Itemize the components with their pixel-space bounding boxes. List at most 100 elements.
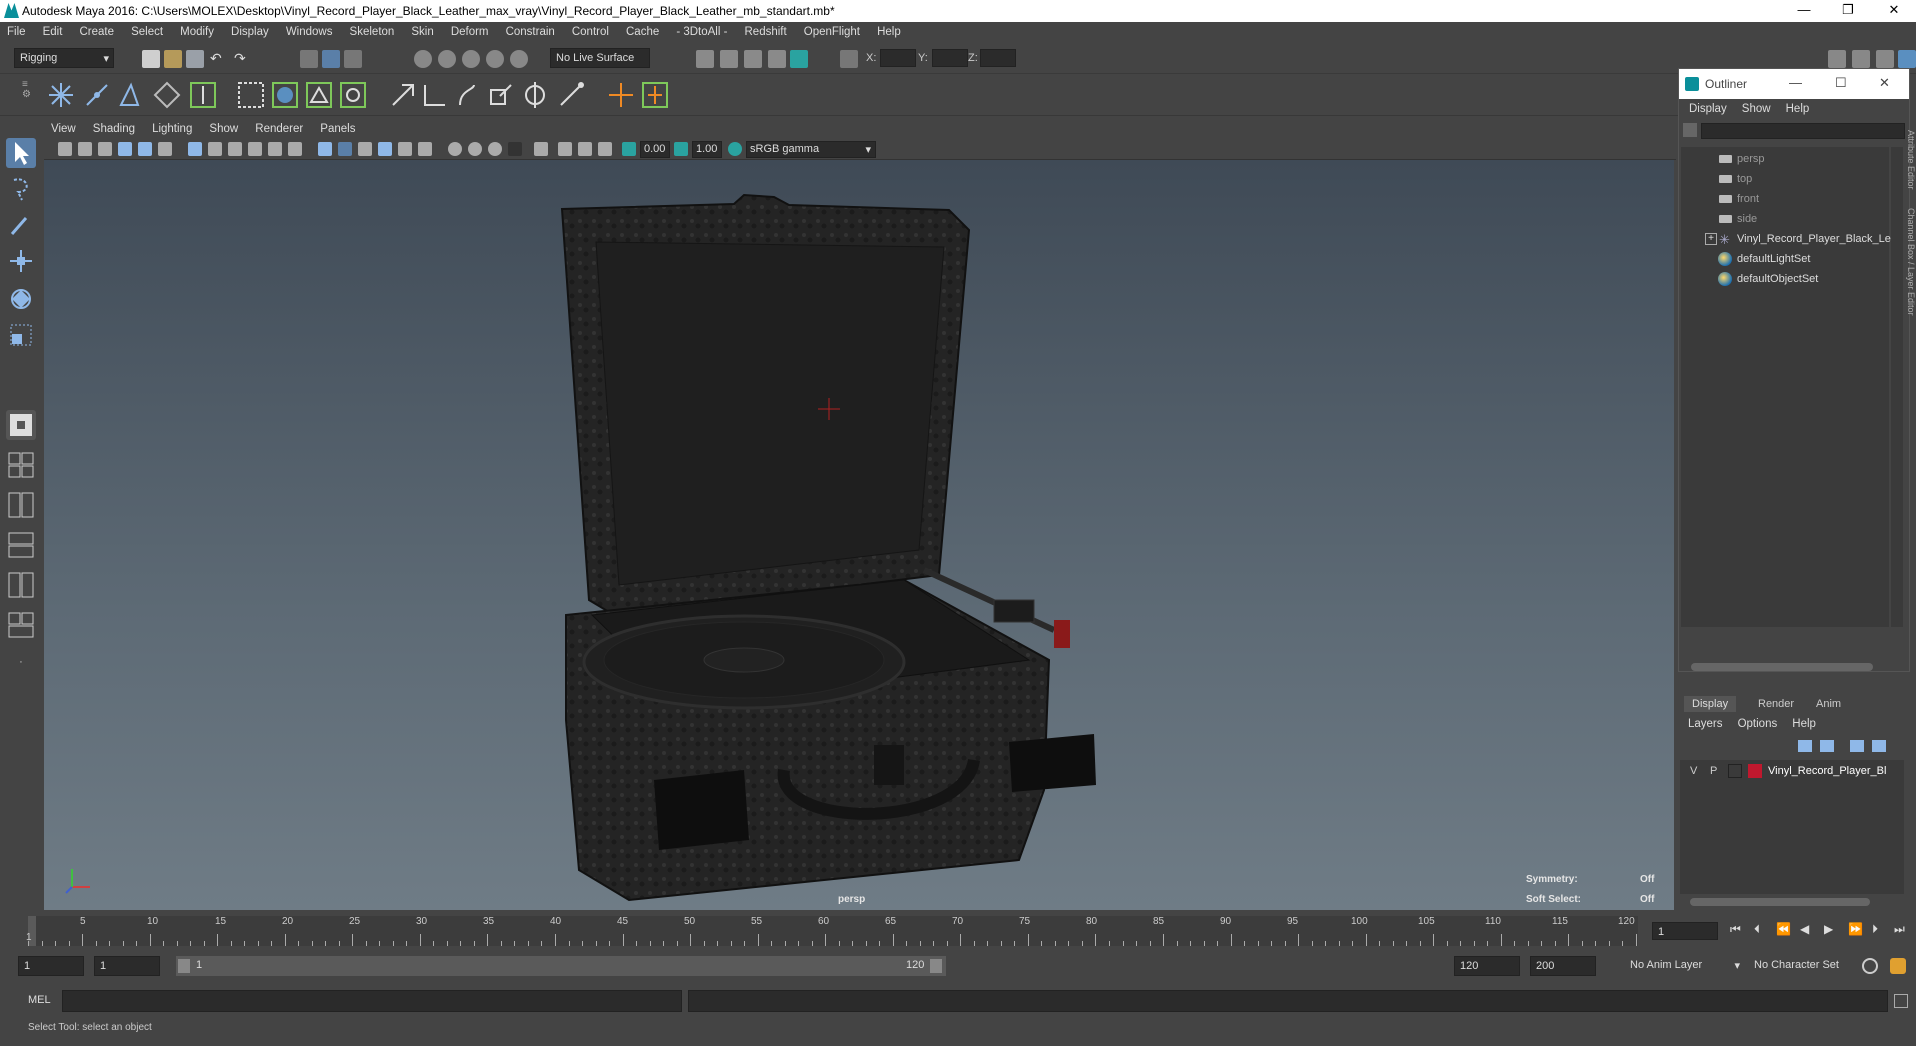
depth-of-field-icon[interactable] [508,142,522,156]
snap-grid-icon[interactable] [414,50,432,68]
hypershade-layout-icon[interactable] [6,610,36,640]
graph-layout-icon[interactable] [6,570,36,600]
layer-color-swatch[interactable] [1748,764,1762,778]
lattice-icon[interactable] [270,80,300,110]
panel-menu-lighting[interactable]: Lighting [145,120,199,138]
cluster-icon[interactable] [236,80,266,110]
select-hierarchy-icon[interactable] [300,50,318,68]
move-layer-up-icon[interactable] [1798,740,1812,752]
scene-end-field[interactable]: 200 [1530,956,1596,976]
outliner-item-front[interactable]: front [1719,193,1759,205]
gamma-icon[interactable] [674,142,688,156]
select-tool-icon[interactable] [6,138,36,168]
scene-start-field[interactable]: 1 [18,956,84,976]
shadows-icon[interactable] [418,142,432,156]
camera-select-icon[interactable] [58,142,72,156]
range-end-handle[interactable] [930,959,942,973]
snap-point-icon[interactable] [462,50,480,68]
layer-playback-toggle[interactable]: P [1710,765,1717,777]
shelf-options-icon[interactable]: ≡ ⚙ [22,80,31,110]
menu-set-dropdown[interactable]: Rigging ▾ [14,48,114,68]
tab-display[interactable]: Display [1684,696,1737,712]
rotate-tool-icon[interactable] [6,284,36,314]
blend-shape-icon[interactable] [338,80,368,110]
go-to-end-icon[interactable]: ⏭ [1894,922,1905,937]
outliner-menu-help[interactable]: Help [1780,103,1816,115]
isolate-select-icon[interactable] [534,142,548,156]
filter-icon[interactable] [1683,123,1697,137]
layer-menu-options[interactable]: Options [1732,718,1784,730]
outliner-item-default-light-set[interactable]: defaultLightSet [1718,252,1810,266]
range-start-handle[interactable] [178,959,190,973]
current-frame-field[interactable]: 1 [1652,922,1718,940]
xray-components-icon[interactable] [598,142,612,156]
playback-start-field[interactable]: 1 [94,956,160,976]
minimize-button[interactable]: — [1794,2,1814,20]
joint-tool-icon[interactable] [46,80,76,110]
restore-button[interactable]: ❐ [1838,2,1858,20]
two-d-pan-icon[interactable] [138,142,152,156]
exposure-icon[interactable] [622,142,636,156]
constraint-point-icon[interactable] [420,80,450,110]
lasso-tool-icon[interactable] [6,174,36,204]
locator-icon[interactable] [606,80,636,110]
safe-action-icon[interactable] [288,142,302,156]
new-layer-selected-icon[interactable] [1872,740,1886,752]
channel-box-layer-editor-tab[interactable]: Channel Box / Layer Editor [1906,208,1916,316]
gamma-field[interactable]: 1.00 [692,141,722,158]
outliner-item-default-object-set[interactable]: defaultObjectSet [1718,272,1818,286]
transform-mode-icon[interactable] [840,50,858,68]
move-tool-icon[interactable] [6,246,36,276]
select-component-icon[interactable] [344,50,362,68]
animation-preferences-icon[interactable] [1890,958,1906,974]
menu-windows[interactable]: Windows [279,22,340,42]
new-scene-icon[interactable] [142,50,160,68]
outliner-item-persp[interactable]: persp [1719,153,1765,165]
insert-joint-icon[interactable] [152,80,182,110]
outliner-item-vinyl-record-player[interactable]: ✳ Vinyl_Record_Player_Black_Le [1719,232,1891,247]
scale-tool-icon[interactable] [6,320,36,350]
outliner-menu-show[interactable]: Show [1736,103,1777,115]
panel-menu-renderer[interactable]: Renderer [248,120,310,138]
anti-aliasing-icon[interactable] [488,142,502,156]
menu-openflight[interactable]: OpenFlight [797,22,867,42]
wrap-deformer-icon[interactable] [304,80,334,110]
constraint-pole-icon[interactable] [556,80,586,110]
outliner-horizontal-scrollbar[interactable] [1691,663,1873,671]
tool-settings-toggle-icon[interactable] [1876,50,1894,68]
menu-deform[interactable]: Deform [444,22,496,42]
panel-menu-shading[interactable]: Shading [86,120,142,138]
menu-control[interactable]: Control [565,22,616,42]
save-scene-icon[interactable] [186,50,204,68]
constraint-orient-icon[interactable] [452,80,482,110]
move-layer-down-icon[interactable] [1820,740,1834,752]
color-management-icon[interactable] [728,142,742,156]
menu-skeleton[interactable]: Skeleton [343,22,402,42]
outliner-close-button[interactable]: ✕ [1879,75,1890,91]
wireframe-icon[interactable] [318,142,332,156]
snap-surface-icon[interactable] [510,50,528,68]
play-forwards-icon[interactable]: ▶ [1824,922,1833,936]
layer-menu-layers[interactable]: Layers [1682,718,1729,730]
layer-row[interactable]: V P Vinyl_Record_Player_Bl [1680,762,1904,780]
grid-toggle-icon[interactable] [188,142,202,156]
render-view-icon[interactable] [768,50,786,68]
bookmark-icon[interactable] [98,142,112,156]
anim-layer-dropdown[interactable]: No Anim Layer ▾ [1626,956,1742,976]
command-language-label[interactable]: MEL [28,994,51,1006]
layer-horizontal-scrollbar[interactable] [1690,898,1870,906]
menu-constrain[interactable]: Constrain [499,22,562,42]
two-pane-layout-icon[interactable] [6,490,36,520]
attribute-editor-tab[interactable]: Attribute Editor [1906,130,1916,190]
cluster-handle-icon[interactable] [640,80,670,110]
layer-visibility-toggle[interactable]: V [1690,765,1697,777]
tab-render[interactable]: Render [1750,696,1802,712]
script-editor-icon[interactable] [1894,994,1908,1008]
menu-cache[interactable]: Cache [619,22,666,42]
redo-icon[interactable]: ↷ [234,50,252,68]
outliner-item-top[interactable]: top [1719,173,1752,185]
time-ruler[interactable]: 1 5 10 15 20 25 30 35 40 45 50 55 60 65 … [26,916,1638,946]
character-set-dropdown[interactable]: No Character Set [1750,956,1866,976]
outliner-search-input[interactable] [1701,123,1905,139]
outliner-menu-display[interactable]: Display [1683,103,1733,115]
